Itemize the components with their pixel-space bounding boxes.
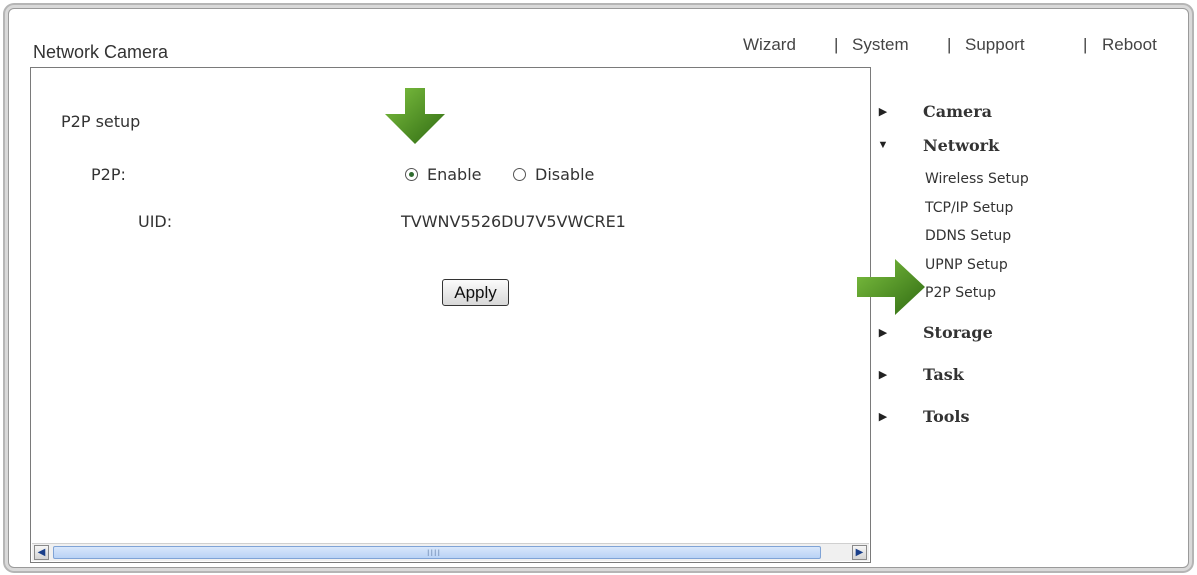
menu-separator: | [834,35,839,54]
disable-option[interactable]: Disable [513,164,594,184]
p2p-label: P2P: [91,165,126,184]
menu-wizard[interactable]: Wizard [743,35,796,55]
collapsed-arrow-icon: ▶ [878,368,888,381]
menu-system[interactable]: System [852,35,909,55]
uid-label: UID: [138,212,173,231]
scrollbar-thumb[interactable]: IIII [53,546,821,559]
nav-network[interactable]: ▼ Network [871,134,1000,156]
nav-task-label: Task [923,364,964,384]
uid-value: TVWNV5526DU7V5VWCRE1 [401,212,626,231]
menu-support[interactable]: Support [965,35,1025,55]
disable-label[interactable]: Disable [535,165,594,184]
nav-camera-label: Camera [923,101,993,121]
disable-radio[interactable] [513,167,526,181]
horizontal-scrollbar[interactable]: ◀ IIII ▶ [32,543,869,561]
nav-task[interactable]: ▶ Task [871,363,964,385]
pointer-arrow-down-icon [385,88,445,144]
expanded-arrow-icon: ▼ [877,139,889,151]
nav-tcpip-setup[interactable]: TCP/IP Setup [925,200,1013,216]
nav-camera[interactable]: ▶ Camera [871,100,992,122]
top-bar: Network Camera Wizard | System | Support… [9,9,1188,67]
nav-ddns-setup[interactable]: DDNS Setup [925,228,1011,244]
scrollbar-grip: IIII [427,548,442,558]
scroll-right-icon[interactable]: ▶ [852,545,867,560]
content-panel: P2P setup P2P: Enable Disable UID: TVWNV… [30,67,871,563]
menu-separator: | [1083,35,1088,54]
enable-radio[interactable] [405,167,418,181]
nav-storage[interactable]: ▶ Storage [871,321,993,343]
nav-upnp-setup[interactable]: UPNP Setup [925,257,1008,273]
camera-web-ui-window: Network Camera Wizard | System | Support… [8,8,1189,568]
nav-network-label: Network [923,135,1000,155]
app-title: Network Camera [33,42,169,62]
nav-tools-label: Tools [923,406,970,426]
collapsed-arrow-icon: ▶ [878,105,888,118]
nav-tools[interactable]: ▶ Tools [871,405,970,427]
collapsed-arrow-icon: ▶ [878,326,888,339]
pointer-arrow-right-icon [857,259,925,315]
side-nav: ▶ Camera ▼ Network Wireless Setup TCP/IP… [857,67,1188,563]
apply-button[interactable]: Apply [442,279,509,306]
nav-wireless-setup[interactable]: Wireless Setup [925,171,1029,187]
nav-p2p-setup[interactable]: P2P Setup [925,285,996,301]
section-title: P2P setup [61,112,141,131]
collapsed-arrow-icon: ▶ [878,410,888,423]
scroll-left-icon[interactable]: ◀ [34,545,49,560]
menu-reboot[interactable]: Reboot [1102,35,1157,55]
nav-storage-label: Storage [923,322,993,342]
menu-separator: | [947,35,952,54]
enable-option[interactable]: Enable [405,164,482,184]
enable-label[interactable]: Enable [427,165,482,184]
